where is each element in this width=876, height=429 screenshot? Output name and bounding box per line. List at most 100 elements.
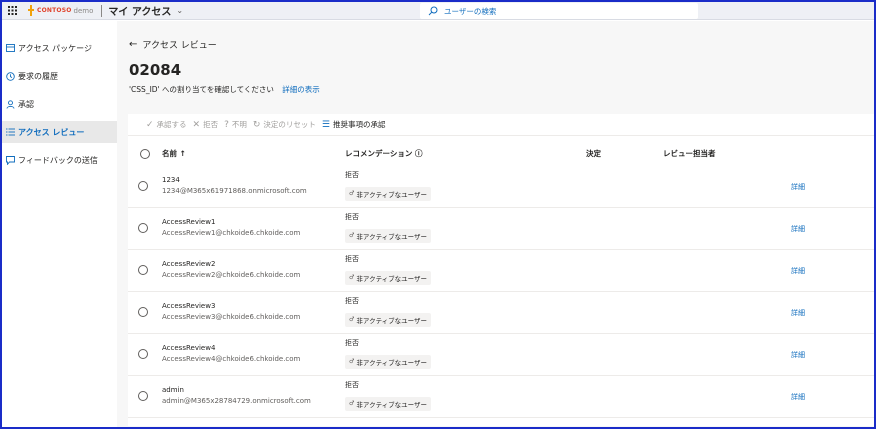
search-placeholder: ユーザーの検索 bbox=[444, 6, 497, 16]
recommendation-value: 拒否 bbox=[345, 297, 359, 305]
user-email: AccessReview4@chkoide6.chkoide.com bbox=[162, 355, 301, 363]
row-select-radio[interactable] bbox=[138, 391, 148, 401]
table-row[interactable]: admin admin@M365x28784729.onmicrosoft.co… bbox=[128, 377, 874, 418]
inactive-user-badge: ♂ 非アクティブなユーザー bbox=[345, 270, 432, 285]
app-title[interactable]: マイ アクセス bbox=[108, 3, 171, 18]
details-link[interactable]: 詳細 bbox=[791, 224, 805, 234]
recommendation-cell: 拒否 ♂ 非アクティブなユーザー bbox=[345, 170, 432, 201]
feedback-icon bbox=[5, 155, 15, 165]
app-launcher-icon[interactable] bbox=[2, 2, 22, 20]
history-icon bbox=[5, 71, 15, 81]
table-row[interactable]: AccessReview3 AccessReview3@chkoide6.chk… bbox=[128, 293, 874, 334]
row-select-radio[interactable] bbox=[138, 181, 148, 191]
search-input[interactable]: ユーザーの検索 bbox=[420, 3, 698, 19]
package-icon bbox=[5, 43, 15, 53]
column-header-decision[interactable]: 決定 bbox=[586, 148, 601, 159]
user-name: AccessReview4 bbox=[162, 344, 216, 352]
recommendation-cell: 拒否 ♂ 非アクティブなユーザー bbox=[345, 254, 432, 285]
recommendation-value: 拒否 bbox=[345, 213, 359, 221]
row-select-radio[interactable] bbox=[138, 349, 148, 359]
recommendation-value: 拒否 bbox=[345, 255, 359, 263]
name-cell: AccessReview3 AccessReview3@chkoide6.chk… bbox=[162, 302, 300, 321]
user-email: AccessReview1@chkoide6.chkoide.com bbox=[162, 229, 301, 237]
list-icon bbox=[5, 127, 15, 137]
top-bar: CONTOSO demo マイ アクセス ⌄ ユーザーの検索 bbox=[2, 2, 874, 20]
recommendation-cell: 拒否 ♂ 非アクティブなユーザー bbox=[345, 296, 432, 327]
details-link[interactable]: 詳細 bbox=[791, 392, 805, 402]
user-name: AccessReview1 bbox=[162, 218, 216, 226]
name-cell: 1234 1234@M365x61971868.onmicrosoft.com bbox=[162, 176, 307, 195]
column-header-name[interactable]: 名前 ↑ bbox=[162, 148, 186, 159]
deny-button[interactable]: ✕ 拒否 bbox=[193, 119, 219, 130]
sidebar-item-access-packages[interactable]: アクセス パッケージ bbox=[2, 37, 117, 59]
table-header: 名前 ↑ レコメンデーション ⓘ 決定 レビュー担当者 bbox=[128, 144, 874, 164]
dont-know-label: 不明 bbox=[231, 120, 247, 129]
details-link[interactable]: 詳細 bbox=[791, 350, 805, 360]
reset-decisions-button[interactable]: ↻ 決定のリセット bbox=[253, 119, 316, 130]
accept-recommendations-button[interactable]: ☰ 推奨事項の承認 bbox=[322, 119, 386, 130]
details-link[interactable]: 詳細 bbox=[791, 182, 805, 192]
view-details-link[interactable]: 詳細の表示 bbox=[282, 85, 320, 94]
column-header-reviewer[interactable]: レビュー担当者 bbox=[663, 148, 716, 159]
recommendation-value: 拒否 bbox=[345, 171, 359, 179]
approve-label: 承認する bbox=[156, 120, 187, 129]
user-name: AccessReview3 bbox=[162, 302, 216, 310]
back-label: アクセス レビュー bbox=[142, 41, 217, 51]
page-title: 02084 bbox=[129, 61, 182, 79]
badge-label: 非アクティブなユーザー bbox=[356, 358, 428, 367]
inactive-user-icon: ♂ bbox=[349, 316, 355, 323]
sidebar-item-access-reviews[interactable]: アクセス レビュー bbox=[2, 121, 117, 143]
badge-label: 非アクティブなユーザー bbox=[356, 232, 428, 241]
sidebar-item-label: アクセス パッケージ bbox=[18, 43, 92, 53]
person-icon bbox=[5, 99, 15, 109]
table-row[interactable]: AccessReview1 AccessReview1@chkoide6.chk… bbox=[128, 209, 874, 250]
inactive-user-badge: ♂ 非アクティブなユーザー bbox=[345, 186, 432, 201]
user-name: AccessReview2 bbox=[162, 260, 216, 268]
toolbar: ✓ 承認する ✕ 拒否 ? 不明 ↻ 決定のリセット ☰ 推奨事項の承認 bbox=[128, 114, 874, 136]
row-select-radio[interactable] bbox=[138, 223, 148, 233]
select-all-radio[interactable] bbox=[140, 149, 150, 159]
page-subtitle: 'CSS_ID' への割り当てを確認してください 詳細の表示 bbox=[129, 84, 320, 95]
sidebar-item-label: 承認 bbox=[18, 99, 34, 109]
table-row[interactable]: 1234 1234@M365x61971868.onmicrosoft.com … bbox=[128, 167, 874, 208]
user-email: AccessReview3@chkoide6.chkoide.com bbox=[162, 313, 301, 321]
sidebar: アクセス パッケージ 要求の履歴 承認 アクセス レビュー フィードバックの送信 bbox=[2, 21, 117, 427]
question-icon: ? bbox=[224, 119, 229, 130]
brand-logo[interactable]: CONTOSO demo bbox=[28, 2, 93, 20]
user-email: admin@M365x28784729.onmicrosoft.com bbox=[162, 397, 311, 405]
details-link[interactable]: 詳細 bbox=[791, 308, 805, 318]
sidebar-item-approvals[interactable]: 承認 bbox=[2, 93, 117, 115]
row-select-radio[interactable] bbox=[138, 265, 148, 275]
brand-name: CONTOSO bbox=[37, 7, 72, 14]
name-cell: AccessReview1 AccessReview1@chkoide6.chk… bbox=[162, 218, 300, 237]
table-row[interactable]: AccessReview4 AccessReview4@chkoide6.chk… bbox=[128, 335, 874, 376]
badge-label: 非アクティブなユーザー bbox=[356, 274, 428, 283]
divider bbox=[101, 4, 103, 17]
row-select-radio[interactable] bbox=[138, 307, 148, 317]
reset-icon: ↻ bbox=[252, 119, 261, 130]
back-arrow-icon: ← bbox=[129, 39, 138, 50]
user-name: admin bbox=[162, 386, 184, 394]
accept-recommendations-label: 推奨事項の承認 bbox=[333, 120, 386, 129]
approve-button[interactable]: ✓ 承認する bbox=[146, 119, 187, 130]
contoso-logo-icon bbox=[28, 5, 34, 16]
deny-label: 拒否 bbox=[203, 120, 219, 129]
inactive-user-badge: ♂ 非アクティブなユーザー bbox=[345, 312, 432, 327]
back-link[interactable]: ← アクセス レビュー bbox=[129, 38, 217, 51]
name-cell: admin admin@M365x28784729.onmicrosoft.co… bbox=[162, 386, 311, 405]
reset-label: 決定のリセット bbox=[263, 120, 316, 129]
column-header-recommendation[interactable]: レコメンデーション ⓘ bbox=[345, 148, 422, 159]
sidebar-item-request-history[interactable]: 要求の履歴 bbox=[2, 65, 117, 87]
search-icon bbox=[428, 6, 438, 16]
sidebar-item-feedback[interactable]: フィードバックの送信 bbox=[2, 149, 117, 171]
table-row[interactable]: AccessReview2 AccessReview2@chkoide6.chk… bbox=[128, 251, 874, 292]
brand-suffix: demo bbox=[73, 6, 94, 15]
details-link[interactable]: 詳細 bbox=[791, 266, 805, 276]
sidebar-item-label: アクセス レビュー bbox=[18, 127, 85, 137]
chevron-down-icon[interactable]: ⌄ bbox=[176, 6, 183, 15]
inactive-user-badge: ♂ 非アクティブなユーザー bbox=[345, 354, 432, 369]
inactive-user-icon: ♂ bbox=[349, 358, 355, 365]
dont-know-button[interactable]: ? 不明 bbox=[224, 119, 247, 130]
checkmark-icon: ✓ bbox=[146, 119, 154, 130]
inactive-user-icon: ♂ bbox=[349, 232, 355, 239]
